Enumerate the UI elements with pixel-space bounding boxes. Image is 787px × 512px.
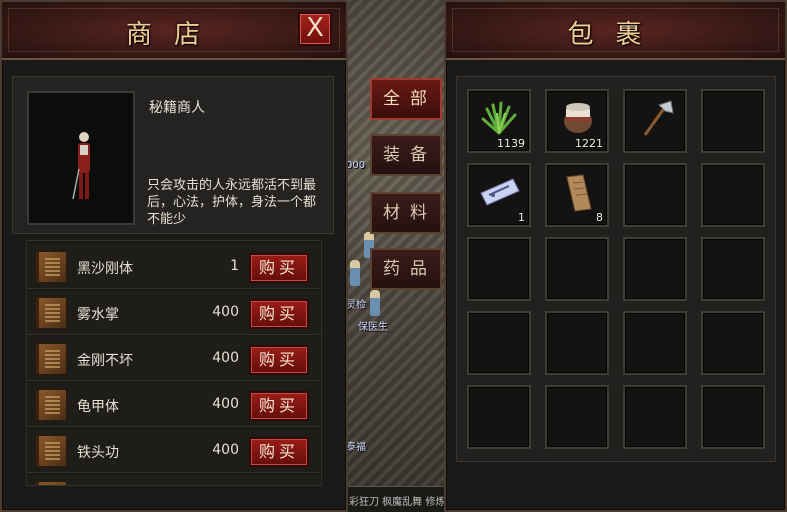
inventory-slot[interactable]: 1221 [545, 89, 609, 153]
item-price: 400 [212, 304, 239, 320]
bag-title-bar: 包裹 [446, 2, 785, 60]
skill-book-icon [35, 389, 67, 421]
merchant-figure-icon [72, 132, 90, 200]
buy-button[interactable]: 购买 [249, 253, 309, 283]
buy-button[interactable]: 购买 [249, 299, 309, 329]
inventory-slot[interactable] [467, 237, 531, 301]
shop-item-list[interactable]: 黑沙刚体 1 购买 雾水掌 400 购买 金刚不坏 400 购买 龟甲体 400… [26, 240, 322, 486]
sack-icon [564, 103, 592, 133]
item-price: 1 [230, 258, 239, 274]
inventory-slot[interactable]: 1 [467, 163, 531, 227]
map-label: 灵检 [346, 300, 366, 311]
map-label: 000 [346, 160, 366, 171]
shop-item-row: 黑沙刚体 1 购买 [27, 245, 321, 289]
map-label: 泰福 [346, 442, 366, 453]
skill-book-icon [35, 481, 67, 485]
shop-item-row: 铁头功 400 购买 [27, 429, 321, 473]
merchant-description: 只会攻击的人永远都活不到最后，心法，护体，身法一个都不能少 [147, 178, 317, 227]
slot-count: 1 [518, 211, 525, 224]
axe-icon [643, 100, 674, 136]
close-button[interactable]: X [298, 12, 332, 46]
chat-line: 彩狂刀 枫魔乱舞 修炼( [349, 497, 450, 508]
inventory-slot[interactable] [545, 237, 609, 301]
shop-title: 商店 [125, 20, 222, 50]
shop-item-row: 雾水掌 400 购买 [27, 291, 321, 335]
herb-icon [481, 101, 517, 135]
npc-character[interactable] [370, 290, 380, 316]
inventory-slot[interactable]: 8 [545, 163, 609, 227]
inventory-slot[interactable] [545, 311, 609, 375]
item-name: 龟甲体 [77, 399, 119, 415]
inventory-slot[interactable] [467, 311, 531, 375]
shop-item-row: 金刚不坏 400 购买 [27, 337, 321, 381]
map-label: 保医生 [358, 322, 388, 333]
item-price: 400 [212, 396, 239, 412]
tab-all[interactable]: 全部 [370, 78, 442, 120]
item-name: 铁头功 [77, 445, 119, 461]
inventory-slot[interactable] [623, 237, 687, 301]
inventory-slot[interactable] [623, 89, 687, 153]
slot-count: 8 [596, 211, 603, 224]
npc-character[interactable] [350, 260, 360, 286]
inventory-slot[interactable] [623, 163, 687, 227]
item-price: 400 [212, 442, 239, 458]
shop-title-bar: 商店 [2, 2, 346, 60]
inventory-slot[interactable] [623, 311, 687, 375]
tab-materials[interactable]: 材料 [370, 192, 442, 234]
merchant-info: 秘籍商人 只会攻击的人永远都活不到最后，心法，护体，身法一个都不能少 [12, 76, 334, 234]
buy-button[interactable]: 购买 [249, 437, 309, 467]
tab-equipment[interactable]: 装备 [370, 134, 442, 176]
skill-book-icon [35, 297, 67, 329]
scroll-ticket-icon [480, 178, 520, 206]
inventory-slot[interactable] [701, 163, 765, 227]
slot-count: 1221 [575, 137, 603, 150]
shop-item-row [27, 475, 321, 485]
inventory-slot[interactable]: 1139 [467, 89, 531, 153]
wood-plank-icon [566, 174, 592, 212]
inventory-slot[interactable] [701, 89, 765, 153]
slot-count: 1139 [497, 137, 525, 150]
inventory-slot[interactable] [701, 385, 765, 449]
skill-book-icon [35, 435, 67, 467]
shop-item-row: 龟甲体 400 购买 [27, 383, 321, 427]
buy-button[interactable]: 购买 [249, 345, 309, 375]
skill-book-icon [35, 251, 67, 283]
item-name: 雾水掌 [77, 307, 119, 323]
inventory-slot[interactable] [701, 311, 765, 375]
merchant-portrait [27, 91, 135, 225]
inventory-slot[interactable] [545, 385, 609, 449]
skill-book-icon [35, 343, 67, 375]
bag-title: 包裹 [567, 20, 664, 50]
item-name: 金刚不坏 [77, 353, 133, 369]
tab-potions[interactable]: 药品 [370, 248, 442, 290]
item-price: 400 [212, 350, 239, 366]
chat-strip: 彩狂刀 枫魔乱舞 修炼( [346, 486, 450, 512]
item-name: 黑沙刚体 [77, 261, 133, 277]
inventory-slot[interactable] [701, 237, 765, 301]
inventory-slot[interactable] [623, 385, 687, 449]
inventory-slot[interactable] [467, 385, 531, 449]
inventory-grid: 1139 1221 1 8 [456, 76, 776, 462]
buy-button[interactable]: 购买 [249, 391, 309, 421]
merchant-name: 秘籍商人 [149, 100, 205, 116]
